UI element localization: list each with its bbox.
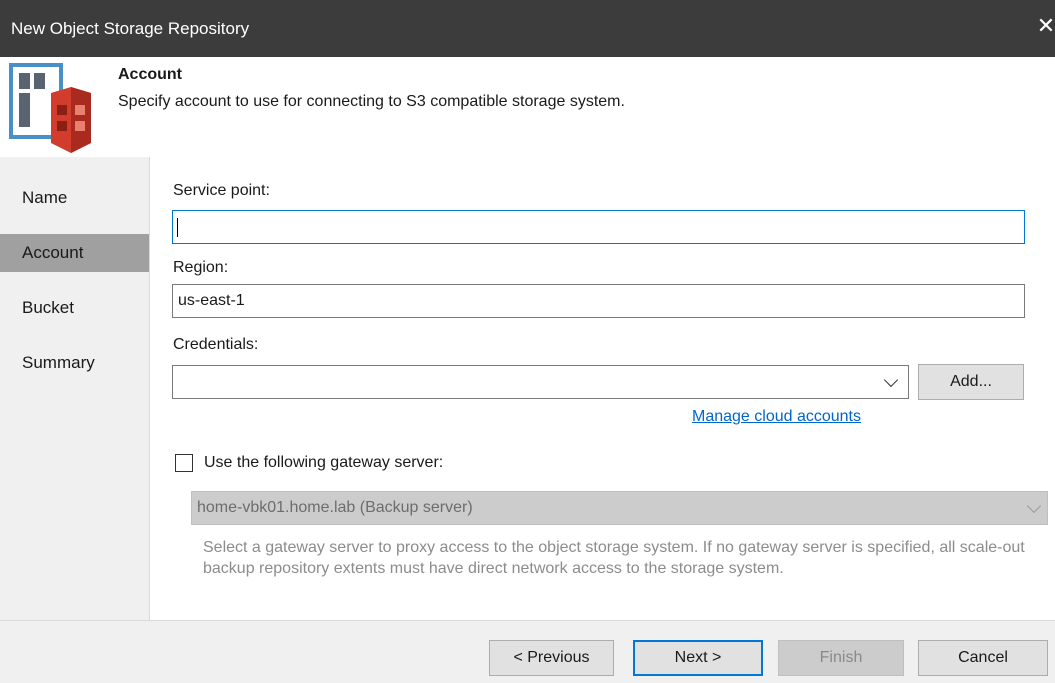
- previous-button[interactable]: < Previous: [489, 640, 614, 676]
- region-value: us-east-1: [178, 292, 245, 309]
- text-caret: [177, 218, 178, 237]
- wizard-header: Account Specify account to use for conne…: [0, 57, 1055, 157]
- chevron-down-icon: [1026, 498, 1042, 514]
- gateway-server-select[interactable]: home-vbk01.home.lab (Backup server): [191, 491, 1048, 525]
- service-point-input[interactable]: [172, 210, 1025, 244]
- credentials-label: Credentials:: [173, 336, 259, 353]
- wizard-content: Service point: Region: us-east-1 Credent…: [151, 157, 1055, 620]
- credentials-select[interactable]: [172, 365, 909, 399]
- wizard-footer: < Previous Next > Finish Cancel: [0, 620, 1055, 683]
- region-label: Region:: [173, 259, 229, 276]
- close-icon[interactable]: ✕: [1036, 14, 1055, 38]
- add-credentials-button[interactable]: Add...: [918, 364, 1024, 400]
- manage-cloud-accounts-link[interactable]: Manage cloud accounts: [692, 408, 861, 426]
- cancel-button[interactable]: Cancel: [918, 640, 1048, 676]
- region-input[interactable]: us-east-1: [172, 284, 1025, 318]
- sidebar-item-account[interactable]: Account: [0, 234, 149, 272]
- gateway-server-value: home-vbk01.home.lab (Backup server): [197, 499, 473, 516]
- gateway-description: Select a gateway server to proxy access …: [203, 539, 1025, 577]
- finish-button[interactable]: Finish: [778, 640, 904, 676]
- sidebar-item-bucket[interactable]: Bucket: [0, 289, 149, 327]
- wizard-steps-sidebar: Name Account Bucket Summary: [0, 157, 150, 620]
- page-subtitle: Specify account to use for connecting to…: [118, 93, 625, 110]
- window-title: New Object Storage Repository: [11, 19, 250, 38]
- page-title: Account: [118, 66, 182, 83]
- next-button[interactable]: Next >: [633, 640, 763, 676]
- sidebar-item-name[interactable]: Name: [0, 179, 149, 217]
- sidebar-item-summary[interactable]: Summary: [0, 344, 149, 382]
- service-point-label: Service point:: [173, 182, 270, 199]
- gateway-checkbox[interactable]: [175, 454, 193, 472]
- chevron-down-icon: [883, 372, 899, 388]
- title-bar: New Object Storage Repository ✕: [0, 0, 1055, 57]
- object-storage-repository-icon: [9, 63, 95, 155]
- gateway-checkbox-label[interactable]: Use the following gateway server:: [204, 454, 443, 472]
